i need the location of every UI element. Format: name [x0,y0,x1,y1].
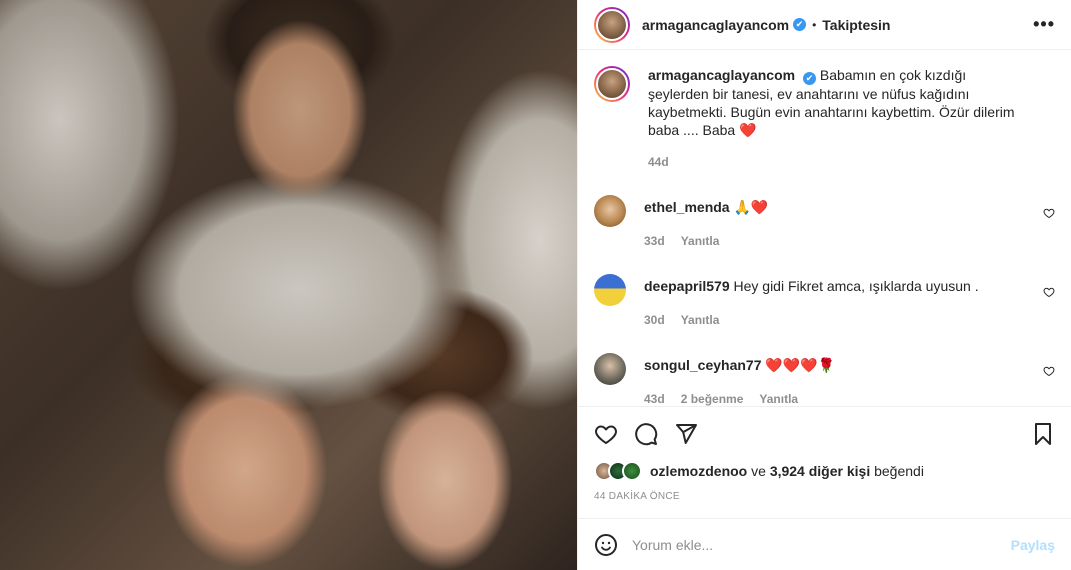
commenter-avatar[interactable] [594,274,626,306]
comment-bubble-icon[interactable] [634,422,658,446]
more-options-icon[interactable]: ••• [1033,14,1055,35]
commenter-avatar[interactable] [594,195,626,227]
comment-age: 30d [644,313,665,327]
comment-likes-count[interactable]: 2 beğenme [681,390,744,406]
comment-username[interactable]: songul_ceyhan77 [644,357,762,373]
emoji-smiley-icon[interactable] [594,533,618,557]
comment-item: ethel_menda 🙏❤️ 33d Yanıtla [594,195,1055,250]
caption-age: 44d [648,155,669,169]
reply-button[interactable]: Yanıtla [681,311,720,329]
post-timestamp[interactable]: 44 DAKİKA ÖNCE [594,491,1055,502]
post-comment-button[interactable]: Paylaş [1011,537,1055,553]
reply-button[interactable]: Yanıtla [681,232,720,250]
comment-text: Hey gidi Fikret amca, ışıklarda uyusun . [733,278,979,294]
verified-badge-icon: ✔ [802,72,816,85]
comment-item: songul_ceyhan77 ❤️❤️❤️🌹 43d 2 beğenme Ya… [594,353,1055,406]
like-heart-icon[interactable] [594,422,618,446]
caption-username[interactable]: armagancaglayancom [648,67,795,83]
reply-button[interactable]: Yanıtla [759,390,798,406]
first-liker-username[interactable]: ozlemozdenoo [650,463,747,479]
comment-username[interactable]: ethel_menda [644,199,730,215]
comment-text: ❤️❤️❤️🌹 [765,357,836,373]
share-paper-plane-icon[interactable] [674,422,698,446]
comment-age: 33d [644,234,665,248]
post-photo[interactable] [0,0,577,570]
likes-others-count[interactable]: 3,924 diğer kişi [770,463,870,479]
comment-age: 43d [644,392,665,406]
comment-like-heart-icon[interactable] [1043,365,1055,377]
post-header: armagancaglayancom ✔ • Takiptesin ••• [578,0,1071,50]
author-username[interactable]: armagancaglayancom [642,17,789,33]
verified-badge-icon: ✔ [793,18,807,31]
photo-overlay [0,0,577,570]
liker-avatars[interactable] [594,461,642,481]
likes-suffix: beğendi [874,463,924,479]
caption: armagancaglayancom ✔ Babamın en çok kızd… [594,66,1055,171]
commenter-avatar[interactable] [594,353,626,385]
comment-text: 🙏❤️ [733,199,769,215]
likes-summary: ozlemozdenoo ve 3,924 diğer kişi beğendi [594,461,1055,481]
comment-like-heart-icon[interactable] [1043,286,1055,298]
save-bookmark-icon[interactable] [1031,422,1055,446]
add-comment-bar: Paylaş [578,518,1071,570]
comment-item: deepapril579 Hey gidi Fikret amca, ışıkl… [594,274,1055,329]
follow-status-button[interactable]: Takiptesin [822,17,890,33]
comment-username[interactable]: deepapril579 [644,278,730,294]
comment-like-heart-icon[interactable] [1043,207,1055,219]
author-avatar[interactable] [594,6,630,43]
post-dialog: armagancaglayancom ✔ • Takiptesin ••• ar… [0,0,1071,570]
action-bar: ozlemozdenoo ve 3,924 diğer kişi beğendi… [578,406,1071,502]
comment-input[interactable] [632,536,1011,553]
likes-connector: ve [751,463,766,479]
post-side-panel: armagancaglayancom ✔ • Takiptesin ••• ar… [577,0,1071,570]
caption-author-avatar[interactable] [594,66,630,102]
separator-dot: • [812,17,817,32]
comments-list[interactable]: armagancaglayancom ✔ Babamın en çok kızd… [578,50,1071,406]
